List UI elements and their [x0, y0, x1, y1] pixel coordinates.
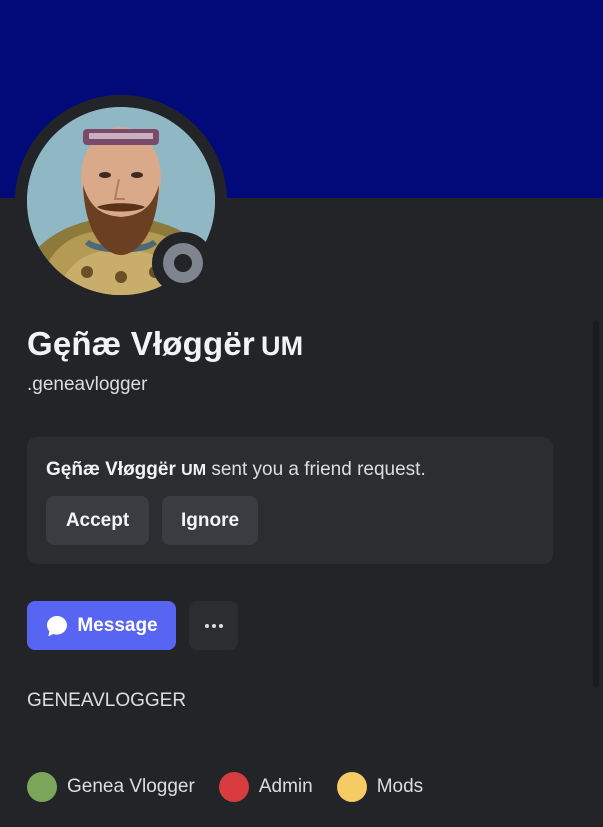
- message-button-label: Message: [77, 614, 158, 636]
- more-options-button[interactable]: [189, 601, 238, 650]
- role-mods[interactable]: Mods: [336, 772, 424, 802]
- accept-button[interactable]: Accept: [46, 496, 149, 545]
- role-genea-vlogger[interactable]: Genea Vlogger: [27, 772, 195, 802]
- role-label: Genea Vlogger: [67, 776, 195, 797]
- username: .geneavlogger: [27, 374, 148, 395]
- role-color-dot: [218, 772, 249, 802]
- request-sender-name: Gęñæ Vłøggër: [46, 459, 176, 480]
- role-label: Mods: [376, 776, 424, 797]
- role-label: Admin: [258, 776, 313, 797]
- more-horizontal-icon: [204, 623, 223, 628]
- display-name-tag: UM: [260, 331, 304, 361]
- scrollbar[interactable]: [593, 320, 599, 688]
- request-sender-tag: UM: [181, 462, 207, 479]
- ignore-button[interactable]: Ignore: [162, 496, 258, 545]
- display-name: Gęñæ Vłøggër UM: [27, 325, 303, 363]
- chat-bubble-icon: [47, 615, 68, 636]
- role-admin[interactable]: Admin: [218, 772, 313, 802]
- display-name-text: Gęñæ Vłøggër: [27, 325, 255, 362]
- friend-request-text: Gęñæ Vłøggër UM sent you a friend reques…: [46, 459, 426, 481]
- request-message: sent you a friend request.: [211, 459, 426, 480]
- offline-status-icon: [163, 243, 203, 283]
- friend-request-card: Gęñæ Vłøggër UM sent you a friend reques…: [27, 437, 553, 564]
- message-button[interactable]: Message: [27, 601, 176, 650]
- profile-bio: GENEAVLOGGER: [27, 690, 187, 711]
- role-color-dot: [27, 772, 57, 802]
- role-color-dot: [336, 772, 367, 802]
- roles-list: Genea Vlogger Admin Mods: [27, 772, 447, 802]
